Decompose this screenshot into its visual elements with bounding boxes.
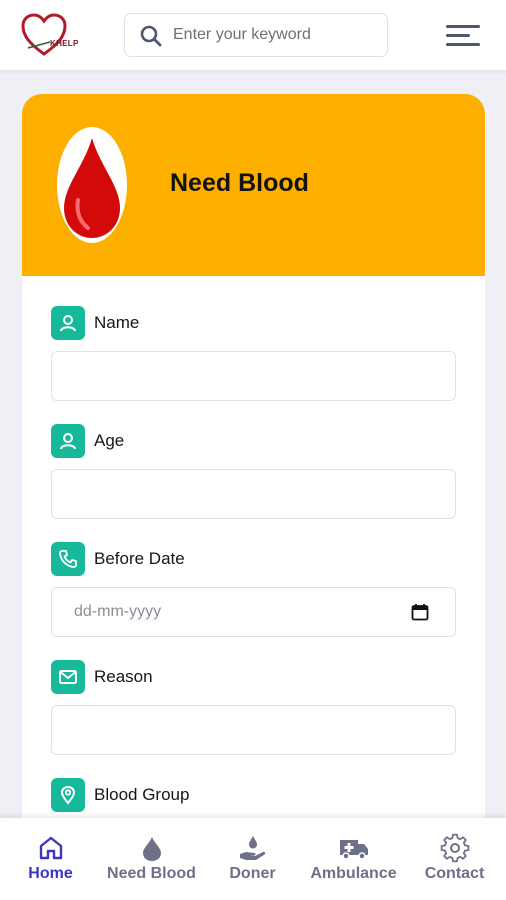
nav-ambulance[interactable]: Ambulance	[303, 818, 404, 900]
field-label-text: Name	[94, 313, 140, 332]
envelope-icon	[51, 660, 85, 694]
reason-label: Reason	[51, 660, 153, 694]
location-pin-icon	[51, 778, 85, 812]
top-header: KHELP	[0, 0, 506, 70]
nav-label: Contact	[424, 865, 485, 882]
page-title: Need Blood	[170, 169, 309, 197]
search-box[interactable]	[124, 13, 388, 57]
phone-icon	[51, 542, 85, 576]
before-date-label: Before Date	[51, 542, 185, 576]
nav-doner[interactable]: Doner	[202, 818, 303, 900]
before-date-field[interactable]	[51, 587, 456, 637]
blood-group-label: Blood Group	[51, 778, 189, 812]
user-icon	[51, 424, 85, 458]
search-icon[interactable]	[139, 24, 163, 48]
bottom-navigation: Home Need Blood Doner Ambulance Contact	[0, 818, 506, 900]
blood-drop-illustration	[56, 126, 128, 244]
need-blood-form-card: Need Blood Name Age Before Date dd-mm-yy…	[22, 94, 485, 854]
heart-logo-icon	[21, 13, 67, 56]
field-label-text: Before Date	[94, 549, 185, 568]
blood-drop-icon	[142, 837, 161, 861]
nav-label: Need Blood	[107, 865, 196, 882]
age-field[interactable]	[51, 469, 456, 519]
ambulance-icon	[339, 840, 368, 860]
gear-icon	[440, 833, 469, 863]
home-icon	[39, 836, 62, 860]
user-icon	[51, 306, 85, 340]
blood-drop-icon	[57, 127, 127, 243]
age-label: Age	[51, 424, 124, 458]
nav-label: Ambulance	[310, 865, 397, 882]
reason-field[interactable]	[51, 705, 456, 755]
nav-label: Doner	[229, 865, 276, 882]
hamburger-menu-icon[interactable]	[446, 23, 482, 49]
nav-need-blood[interactable]: Need Blood	[101, 818, 202, 900]
name-label: Name	[51, 306, 139, 340]
logo[interactable]: KHELP	[20, 12, 78, 58]
field-label-text: Blood Group	[94, 785, 190, 804]
age-input[interactable]	[52, 470, 455, 518]
name-field[interactable]	[51, 351, 456, 401]
field-label-text: Reason	[94, 667, 153, 686]
reason-input[interactable]	[52, 706, 455, 754]
field-label-text: Age	[94, 431, 125, 450]
nav-label: Home	[28, 865, 73, 882]
date-input[interactable]	[52, 588, 455, 636]
logo-text: KHELP	[50, 39, 79, 48]
donate-hand-icon	[239, 836, 265, 860]
nav-home[interactable]: Home	[0, 818, 101, 900]
search-input[interactable]	[173, 14, 379, 56]
card-header: Need Blood	[22, 94, 485, 276]
name-input[interactable]	[52, 352, 455, 400]
calendar-icon[interactable]	[411, 603, 429, 621]
nav-contact[interactable]: Contact	[404, 818, 505, 900]
